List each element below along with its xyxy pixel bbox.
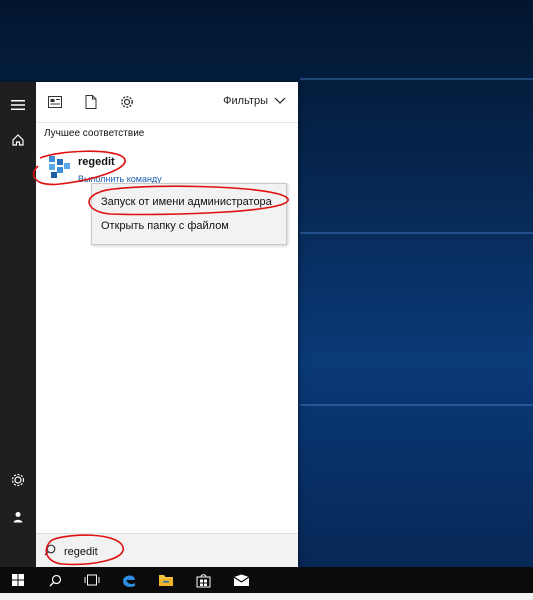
best-match-heading: Лучшее соответствие: [44, 128, 145, 139]
desktop-wallpaper-glow: [300, 0, 533, 567]
open-file-location-item[interactable]: Открыть папку с файлом: [101, 220, 229, 232]
settings-icon[interactable]: [118, 93, 136, 111]
task-view-icon[interactable]: [80, 570, 104, 590]
file-explorer-icon[interactable]: [154, 570, 178, 590]
search-topbar: Фильтры: [36, 82, 298, 123]
home-icon[interactable]: [0, 122, 36, 158]
regedit-app-icon: [46, 154, 72, 180]
wallpaper-line: [300, 232, 533, 234]
mail-icon[interactable]: [229, 570, 253, 590]
wallpaper-line: [300, 78, 533, 80]
hamburger-icon[interactable]: [0, 87, 36, 123]
document-icon[interactable]: [82, 93, 100, 111]
gear-icon[interactable]: [0, 462, 36, 498]
chevron-down-icon: [274, 97, 286, 104]
wallpaper-line: [300, 404, 533, 406]
result-name: regedit: [78, 156, 115, 168]
filters-dropdown[interactable]: Фильтры: [223, 95, 286, 107]
search-results-pane: Фильтры Лучшее соответствие regedit Выпо…: [36, 82, 298, 568]
filters-label: Фильтры: [223, 95, 268, 107]
run-as-admin-item[interactable]: Запуск от имени администратора: [101, 196, 272, 208]
store-icon[interactable]: [191, 570, 215, 590]
search-box[interactable]: [36, 533, 298, 568]
view-icon[interactable]: [46, 93, 64, 111]
windows-icon[interactable]: [6, 570, 30, 590]
edge-icon[interactable]: [117, 570, 141, 590]
user-icon[interactable]: [0, 499, 36, 535]
search-icon[interactable]: [43, 570, 67, 590]
left-rail: [0, 82, 36, 567]
regedit-result[interactable]: regedit Выполнить команду: [36, 148, 298, 188]
taskbar: [0, 567, 533, 593]
start-search-panel: Фильтры Лучшее соответствие regedit Выпо…: [0, 82, 298, 568]
context-menu: Запуск от имени администратора Открыть п…: [91, 183, 287, 245]
search-icon: [44, 544, 56, 556]
bottom-strip: [0, 593, 533, 600]
search-input[interactable]: [62, 540, 286, 564]
